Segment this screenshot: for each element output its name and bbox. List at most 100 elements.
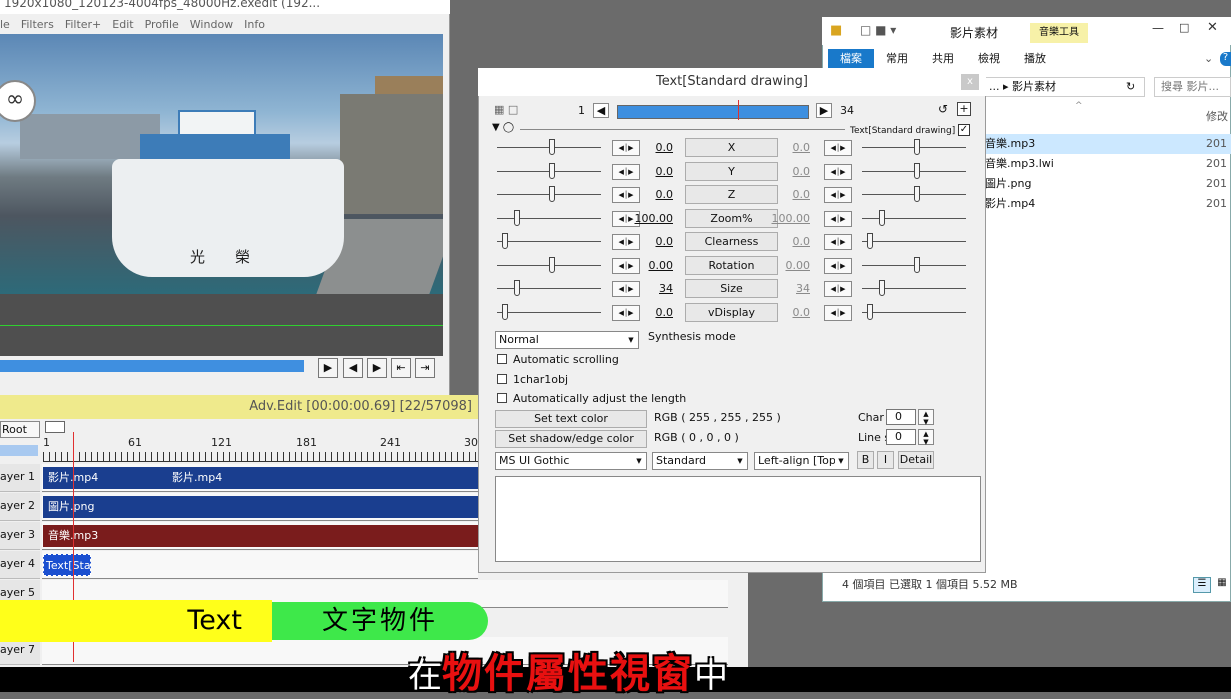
menu-info[interactable]: Info — [244, 18, 265, 31]
param-slider-left[interactable] — [497, 209, 601, 229]
param-arrows-right[interactable]: ◀│▶ — [824, 281, 852, 297]
param-button[interactable]: Size — [685, 279, 778, 298]
param-value-end[interactable]: 0.00 — [770, 256, 811, 276]
dialog-close-button[interactable]: x — [961, 74, 979, 90]
param-value-start[interactable]: 0.00 — [633, 256, 674, 276]
param-slider-left[interactable] — [497, 185, 601, 205]
param-value-end[interactable]: 0.0 — [770, 303, 811, 323]
ribbon-tab-share[interactable]: 共用 — [920, 49, 966, 69]
slider-knob[interactable] — [549, 162, 555, 179]
refresh-icon[interactable]: ↻ — [1126, 80, 1135, 93]
slider-knob[interactable] — [502, 233, 508, 249]
tiles-view-icon[interactable]: ▦ — [1213, 577, 1231, 593]
slider-knob[interactable] — [549, 256, 555, 273]
param-arrows-right[interactable]: ◀│▶ — [824, 210, 852, 227]
param-arrows-right[interactable]: ◀│▶ — [824, 140, 852, 156]
param-slider-right[interactable] — [862, 303, 966, 323]
text-content-input[interactable] — [495, 476, 981, 562]
play-icon[interactable]: ▶ — [318, 358, 338, 378]
slider-knob[interactable] — [914, 162, 920, 179]
style-select[interactable]: Standard ▼ — [652, 452, 748, 470]
object-enabled-checkbox[interactable]: ✓ — [958, 124, 970, 136]
auto-scroll-checkbox[interactable]: Automatic scrolling — [497, 352, 619, 368]
help-icon[interactable]: ? — [1220, 52, 1231, 66]
slider-knob[interactable] — [867, 233, 873, 249]
set-text-color-button[interactable]: Set text color — [495, 410, 647, 428]
ribbon-tab-play[interactable]: 播放 — [1012, 49, 1058, 69]
zoom-bar[interactable] — [0, 445, 38, 456]
clip-image[interactable]: 圖片.png — [43, 496, 478, 518]
slider-knob[interactable] — [514, 209, 520, 226]
minimize-icon[interactable]: — — [1152, 21, 1164, 35]
param-slider-left[interactable] — [497, 232, 601, 252]
collapse-icon[interactable]: ▼ ◯ — [492, 122, 514, 133]
slider-knob[interactable] — [879, 280, 885, 296]
ribbon-tab-file[interactable]: 檔案 — [828, 49, 874, 69]
line-spacing-input[interactable]: 0 — [886, 429, 916, 445]
step-back-icon[interactable]: ◀ — [343, 358, 363, 378]
clip-video[interactable]: 影片.mp4 — [43, 467, 167, 489]
slider-knob[interactable] — [549, 139, 555, 155]
param-value-end[interactable]: 0.0 — [770, 162, 811, 182]
param-slider-right[interactable] — [862, 209, 966, 229]
slider-knob[interactable] — [502, 303, 508, 320]
jump-start-icon[interactable]: ⇤ — [391, 358, 411, 378]
param-value-end[interactable]: 100.00 — [770, 209, 811, 229]
address-bar[interactable]: ... ▸ 影片素材 — [985, 77, 1145, 97]
param-button[interactable]: X — [685, 138, 778, 157]
italic-button[interactable]: I — [877, 451, 894, 469]
zoom-icon[interactable] — [45, 421, 65, 433]
param-arrows-right[interactable]: ◀│▶ — [824, 234, 852, 250]
slider-knob[interactable] — [914, 256, 920, 273]
param-button[interactable]: Z — [685, 185, 778, 204]
layer-lane[interactable] — [42, 551, 478, 579]
sort-arrow-icon[interactable]: ^ — [1075, 101, 1083, 111]
param-slider-right[interactable] — [862, 279, 966, 299]
ribbon-tab-home[interactable]: 常用 — [874, 49, 920, 69]
frame-next-icon[interactable]: ▶ — [816, 103, 832, 118]
slider-knob[interactable] — [514, 280, 520, 296]
param-arrows-right[interactable]: ◀│▶ — [824, 257, 852, 274]
chevron-down-icon[interactable]: ⌄ — [1204, 52, 1213, 65]
slider-knob[interactable] — [867, 303, 873, 320]
ruler[interactable] — [43, 452, 478, 462]
param-slider-left[interactable] — [497, 303, 601, 323]
link-icon[interactable]: ↺ — [938, 102, 948, 116]
close-icon[interactable]: ✕ — [1207, 20, 1218, 35]
param-value-end[interactable]: 0.0 — [770, 138, 811, 158]
slider-knob[interactable] — [914, 139, 920, 155]
param-arrows-right[interactable]: ◀│▶ — [824, 304, 852, 321]
param-slider-right[interactable] — [862, 256, 966, 276]
search-input[interactable]: 搜尋 影片... — [1154, 77, 1231, 97]
slider-knob[interactable] — [549, 186, 555, 202]
align-select[interactable]: Left-align [Top] ▼ — [754, 452, 849, 470]
jump-end-icon[interactable]: ⇥ — [415, 358, 435, 378]
slider-knob[interactable] — [914, 186, 920, 202]
auto-adjust-checkbox[interactable]: Automatically adjust the length — [497, 391, 686, 407]
frame-prev-icon[interactable]: ◀ — [593, 103, 609, 118]
clip-audio[interactable]: 音樂.mp3 — [43, 525, 478, 547]
layer-label[interactable]: ayer 1 — [0, 464, 40, 492]
clip-video[interactable]: 影片.mp4 — [167, 467, 478, 489]
menu-filters[interactable]: Filters — [21, 18, 54, 31]
menu-profile[interactable]: Profile — [145, 18, 179, 31]
menu-window[interactable]: Window — [190, 18, 233, 31]
bold-button[interactable]: B — [857, 451, 874, 469]
seek-bar[interactable] — [0, 360, 304, 372]
root-button[interactable]: Root — [0, 421, 40, 438]
menu-filter-plus[interactable]: Filter+ — [65, 18, 101, 31]
param-value-end[interactable]: 0.0 — [770, 185, 811, 205]
detail-button[interactable]: Detail — [898, 451, 934, 469]
filter-icons[interactable]: ▦ □ — [494, 103, 518, 116]
file-row[interactable]: 音樂.mp3 — [985, 134, 1231, 154]
step-forward-icon[interactable]: ▶ — [367, 358, 387, 378]
file-row[interactable]: 影片.mp4 — [985, 194, 1185, 214]
one-char-one-obj-checkbox[interactable]: 1char1obj — [497, 372, 568, 388]
line-spinner[interactable]: ▲ ▼ — [918, 429, 934, 446]
add-filter-icon[interactable]: + — [957, 102, 971, 116]
param-value-start[interactable]: 100.00 — [633, 209, 674, 229]
param-slider-left[interactable] — [497, 256, 601, 276]
quick-access-icon[interactable]: □ ■ ▾ — [860, 23, 896, 37]
menu-file[interactable]: le — [0, 18, 10, 31]
param-value-start[interactable]: 0.0 — [633, 162, 674, 182]
